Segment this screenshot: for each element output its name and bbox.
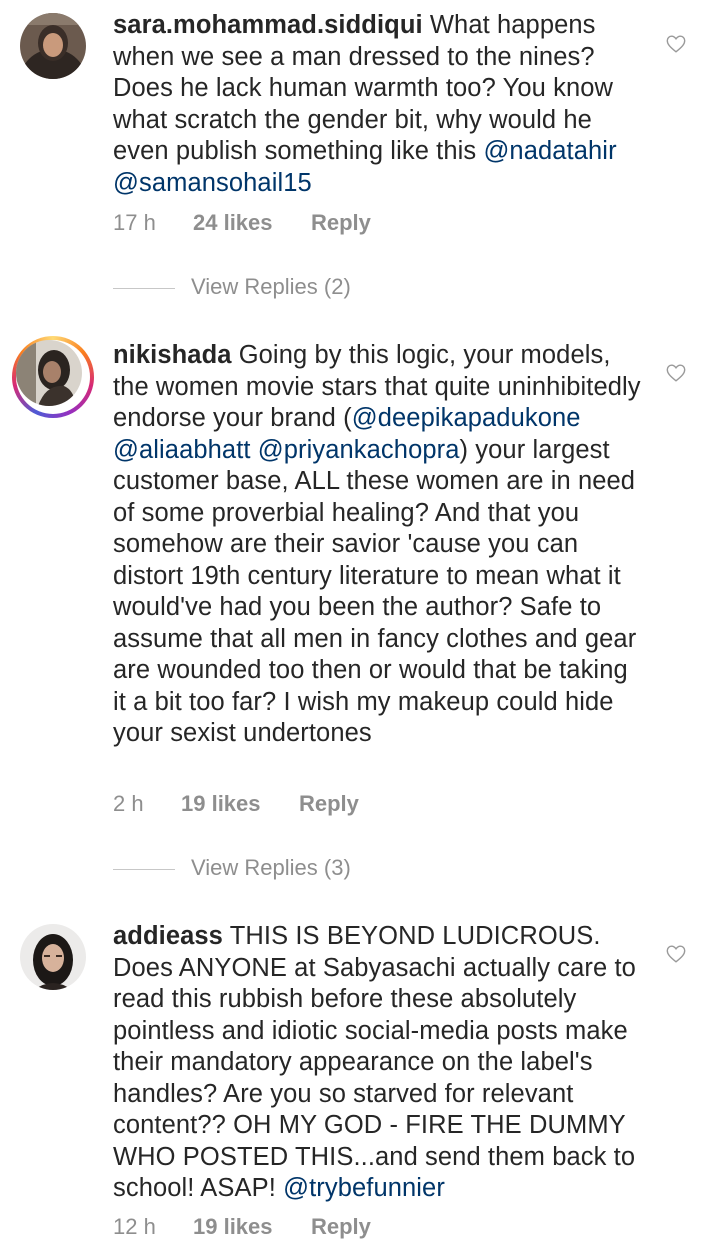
heart-outline-icon xyxy=(666,364,686,382)
comment-username[interactable]: addieass xyxy=(113,922,223,950)
mention-link[interactable]: @trybefunnier xyxy=(283,1174,445,1202)
comment-text: sara.mohammad.siddiqui What happens when… xyxy=(113,10,643,199)
comment-time: 12 h xyxy=(113,1214,156,1239)
comment-time: 2 h xyxy=(113,791,144,816)
comment-meta: 17 h 24 likes Reply xyxy=(113,208,371,238)
mention-link[interactable]: @aliaabhatt xyxy=(113,436,251,464)
comment-likes[interactable]: 24 likes xyxy=(193,208,311,238)
like-button[interactable] xyxy=(665,943,687,965)
reply-button[interactable]: Reply xyxy=(299,789,359,819)
story-ring[interactable] xyxy=(12,336,94,418)
view-replies-label: View Replies (3) xyxy=(191,855,351,880)
heart-outline-icon xyxy=(666,945,686,963)
divider xyxy=(113,287,175,289)
avatar[interactable] xyxy=(20,13,86,79)
comment-time: 17 h xyxy=(113,210,156,235)
divider xyxy=(113,868,175,870)
comment-username[interactable]: nikishada xyxy=(113,341,232,369)
reply-button[interactable]: Reply xyxy=(311,208,371,238)
comment-username[interactable]: sara.mohammad.siddiqui xyxy=(113,11,423,39)
comment-text: addieass THIS IS BEYOND LUDICROUS. Does … xyxy=(113,921,643,1205)
view-replies-button[interactable]: View Replies (3) xyxy=(113,853,351,883)
avatar xyxy=(16,340,82,406)
comment-meta: 12 h 19 likes Reply xyxy=(113,1212,371,1242)
mention-link[interactable]: @priyankachopra xyxy=(258,436,460,464)
reply-button[interactable]: Reply xyxy=(311,1212,371,1242)
comment-likes[interactable]: 19 likes xyxy=(181,789,299,819)
view-replies-button[interactable]: View Replies (2) xyxy=(113,272,351,302)
comment-body: THIS IS BEYOND LUDICROUS. Does ANYONE at… xyxy=(113,922,636,1202)
mention-link[interactable]: @samansohail15 xyxy=(113,169,312,197)
comment-likes[interactable]: 19 likes xyxy=(193,1212,311,1242)
comment-text: nikishada Going by this logic, your mode… xyxy=(113,340,643,750)
view-replies-label: View Replies (2) xyxy=(191,274,351,299)
like-button[interactable] xyxy=(665,362,687,384)
mention-link[interactable]: @deepikapadukone xyxy=(352,404,581,432)
heart-outline-icon xyxy=(666,35,686,53)
like-button[interactable] xyxy=(665,33,687,55)
comment-meta: 2 h 19 likes Reply xyxy=(113,789,359,819)
avatar[interactable] xyxy=(20,924,86,990)
mention-link[interactable]: @nadatahir xyxy=(483,137,616,165)
comment-body-end: ) your largest customer base, ALL these … xyxy=(113,435,637,748)
